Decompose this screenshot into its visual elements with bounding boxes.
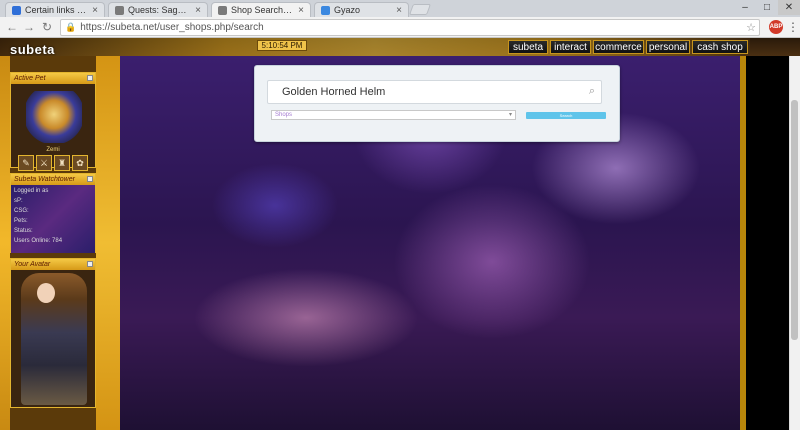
chevron-down-icon: ▾ bbox=[508, 112, 512, 118]
close-icon[interactable]: × bbox=[195, 5, 201, 16]
search-icon[interactable]: ⌕ bbox=[589, 85, 595, 98]
pet-name[interactable]: Zemi bbox=[11, 147, 95, 153]
avatar-panel: Your Avatar bbox=[10, 258, 96, 408]
panel-title: Subeta Watchtower bbox=[11, 174, 95, 185]
tab-title: Gyazo bbox=[334, 5, 361, 15]
panel-title: Active Pet bbox=[11, 73, 95, 84]
url-input[interactable]: 🔒 https://subeta.net/user_shops.php/sear… bbox=[60, 19, 760, 36]
nav-personal[interactable]: personal bbox=[646, 40, 690, 54]
pet-item-slot[interactable]: ✿ bbox=[72, 155, 88, 171]
browser-tab-active[interactable]: Shop Search - Subeta × bbox=[211, 2, 311, 17]
pet-item-slot[interactable]: ✎ bbox=[18, 155, 34, 171]
pet-image[interactable] bbox=[26, 91, 82, 143]
url-text: https://subeta.net/user_shops.php/search bbox=[80, 22, 264, 33]
stat-csg: CSG: bbox=[14, 208, 29, 214]
back-icon[interactable]: ← bbox=[5, 20, 19, 34]
forward-icon[interactable]: → bbox=[22, 20, 36, 34]
tab-favicon-icon bbox=[115, 5, 124, 15]
browser-tab[interactable]: Quests: Saggitarius - Sub × bbox=[108, 2, 208, 17]
reload-icon[interactable]: ↻ bbox=[40, 20, 54, 34]
browser-tab-strip: Certain links want to do × Quests: Saggi… bbox=[0, 0, 800, 17]
nav-subeta[interactable]: subeta bbox=[508, 40, 548, 54]
collapse-icon[interactable] bbox=[87, 261, 93, 267]
close-icon[interactable]: × bbox=[396, 5, 402, 16]
page-border bbox=[740, 56, 746, 430]
stat-status: Status: bbox=[14, 228, 33, 234]
panel-title: Your Avatar bbox=[11, 259, 95, 270]
tab-title: Certain links want to do bbox=[25, 5, 89, 15]
stat-users-online: Users Online: 784 bbox=[14, 238, 63, 244]
stat-sp: sP: bbox=[14, 198, 23, 204]
stat-pets: Pets: bbox=[14, 218, 28, 224]
bookmark-star-icon[interactable]: ☆ bbox=[746, 21, 756, 34]
scrollbar-thumb[interactable] bbox=[791, 100, 798, 340]
active-pet-panel: Active Pet Zemi ✎ ⚔ ♜ ✿ bbox=[10, 72, 96, 171]
pet-item-slot[interactable]: ⚔ bbox=[36, 155, 52, 171]
tab-title: Quests: Saggitarius - Sub bbox=[128, 5, 191, 15]
address-bar-row: ← → ↻ 🔒 https://subeta.net/user_shops.ph… bbox=[0, 17, 800, 38]
avatar-face bbox=[37, 283, 55, 303]
sidebar-border bbox=[0, 56, 10, 430]
new-tab-button[interactable] bbox=[408, 4, 432, 15]
site-clock: 5:10:54 PM bbox=[257, 40, 307, 51]
tab-favicon-icon bbox=[12, 5, 21, 15]
close-icon[interactable]: × bbox=[298, 5, 304, 16]
nav-interact[interactable]: interact bbox=[550, 40, 591, 54]
pet-item-slot[interactable]: ♜ bbox=[54, 155, 70, 171]
collapse-icon[interactable] bbox=[87, 75, 93, 81]
lock-icon: 🔒 bbox=[65, 22, 77, 32]
close-icon[interactable]: × bbox=[92, 5, 98, 16]
close-window-icon[interactable]: ✕ bbox=[778, 0, 800, 15]
browser-tab[interactable]: Gyazo × bbox=[314, 2, 409, 17]
shop-search-input[interactable]: Golden Horned Helm ⌕ bbox=[267, 80, 602, 104]
tab-favicon-icon bbox=[321, 5, 330, 15]
tab-title: Shop Search - Subeta bbox=[231, 5, 294, 15]
adblock-extension-icon[interactable]: ABP bbox=[769, 20, 783, 34]
watchtower-panel: Subeta Watchtower Logged in as sP: CSG: … bbox=[10, 173, 96, 253]
stat-logged-in: Logged in as bbox=[14, 188, 49, 194]
site-logo[interactable]: subeta bbox=[10, 42, 55, 57]
shop-search-card: Golden Horned Helm ⌕ Shops ▾ Search bbox=[254, 65, 620, 142]
sidebar-border bbox=[96, 56, 120, 430]
minimize-icon[interactable]: – bbox=[734, 0, 756, 15]
tab-favicon-icon bbox=[218, 5, 227, 15]
browser-tab[interactable]: Certain links want to do × bbox=[5, 2, 105, 17]
maximize-icon[interactable]: □ bbox=[756, 0, 778, 15]
collapse-icon[interactable] bbox=[87, 176, 93, 182]
search-button[interactable]: Search bbox=[526, 112, 606, 119]
nav-commerce[interactable]: commerce bbox=[593, 40, 644, 54]
browser-menu-icon[interactable]: ⋮ bbox=[787, 20, 799, 34]
shop-filter-select[interactable]: Shops ▾ bbox=[271, 110, 516, 120]
nav-cash-shop[interactable]: cash shop bbox=[692, 40, 748, 54]
